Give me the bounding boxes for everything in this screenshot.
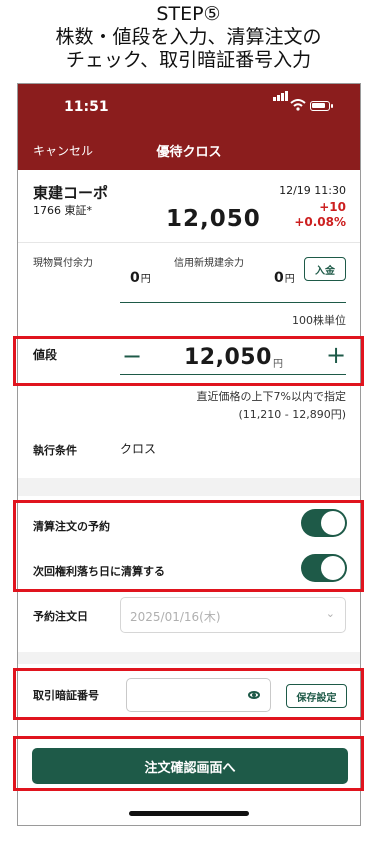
divider: [18, 242, 360, 243]
battery-icon: [310, 101, 333, 111]
cash-buying-power-label: 現物買付余力: [33, 258, 93, 269]
highlight-confirm-box: [13, 736, 364, 791]
price-change: +10: [319, 200, 346, 214]
stock-code-market: 1766 東証*: [33, 204, 92, 217]
reserve-date-select[interactable]: 2025/01/16(木) ⌄: [120, 597, 346, 633]
section-spacer: [18, 478, 360, 496]
nav-bar: キャンセル 優待クロス: [18, 130, 360, 170]
divider: [120, 302, 346, 303]
quote-datetime: 12/19 11:30: [279, 184, 346, 197]
credit-buying-power-value: 0円: [274, 270, 295, 286]
wifi-icon: [290, 99, 306, 111]
highlight-pin-box: [13, 668, 364, 720]
home-indicator: [129, 811, 249, 816]
lot-unit-note: 100株単位: [292, 314, 346, 327]
step-caption-line2: 株数・値段を入力、清算注文の: [55, 26, 322, 48]
cash-buying-power-value: 0円: [130, 270, 151, 286]
section-spacer: [18, 652, 360, 664]
stock-price: 12,050: [166, 206, 261, 232]
step-caption-title: STEP⑤: [156, 3, 221, 25]
price-change-pct: +0.08%: [294, 215, 346, 229]
credit-buying-power-label: 信用新規建余力: [174, 258, 244, 269]
highlight-settlement-box: [13, 500, 364, 592]
deposit-button[interactable]: 入金: [304, 257, 346, 281]
chevron-down-icon: ⌄: [325, 607, 335, 620]
price-range-note: 直近価格の上下7%以内で指定: [196, 390, 346, 403]
status-bar: 11:51: [18, 84, 360, 130]
stock-name: 東建コーポ: [33, 184, 109, 202]
step-caption-line3: チェック、取引暗証番号入力: [65, 49, 312, 71]
highlight-price-box: [13, 336, 364, 386]
reserve-date-label: 予約注文日: [33, 610, 88, 623]
price-range-values: (11,210 - 12,890円): [238, 408, 346, 421]
page-title: 優待クロス: [156, 145, 222, 160]
execution-condition-value: クロス: [120, 442, 157, 456]
reserve-date-value: 2025/01/16(木): [130, 610, 221, 624]
execution-condition-label: 執行条件: [33, 444, 77, 457]
status-time: 11:51: [64, 99, 109, 115]
